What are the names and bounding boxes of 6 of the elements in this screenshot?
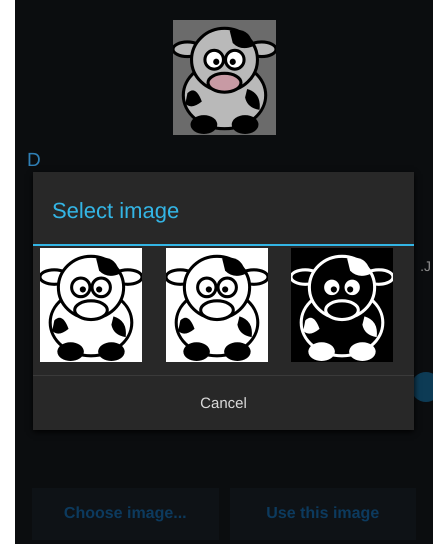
choose-image-button[interactable]: Choose image... (32, 488, 218, 540)
dialog-title: Select image (51, 197, 180, 225)
section-heading: D (27, 151, 41, 170)
cancel-button[interactable]: Cancel (33, 376, 414, 430)
use-image-button[interactable]: Use this image (230, 488, 416, 540)
field-value: .J (420, 258, 431, 274)
